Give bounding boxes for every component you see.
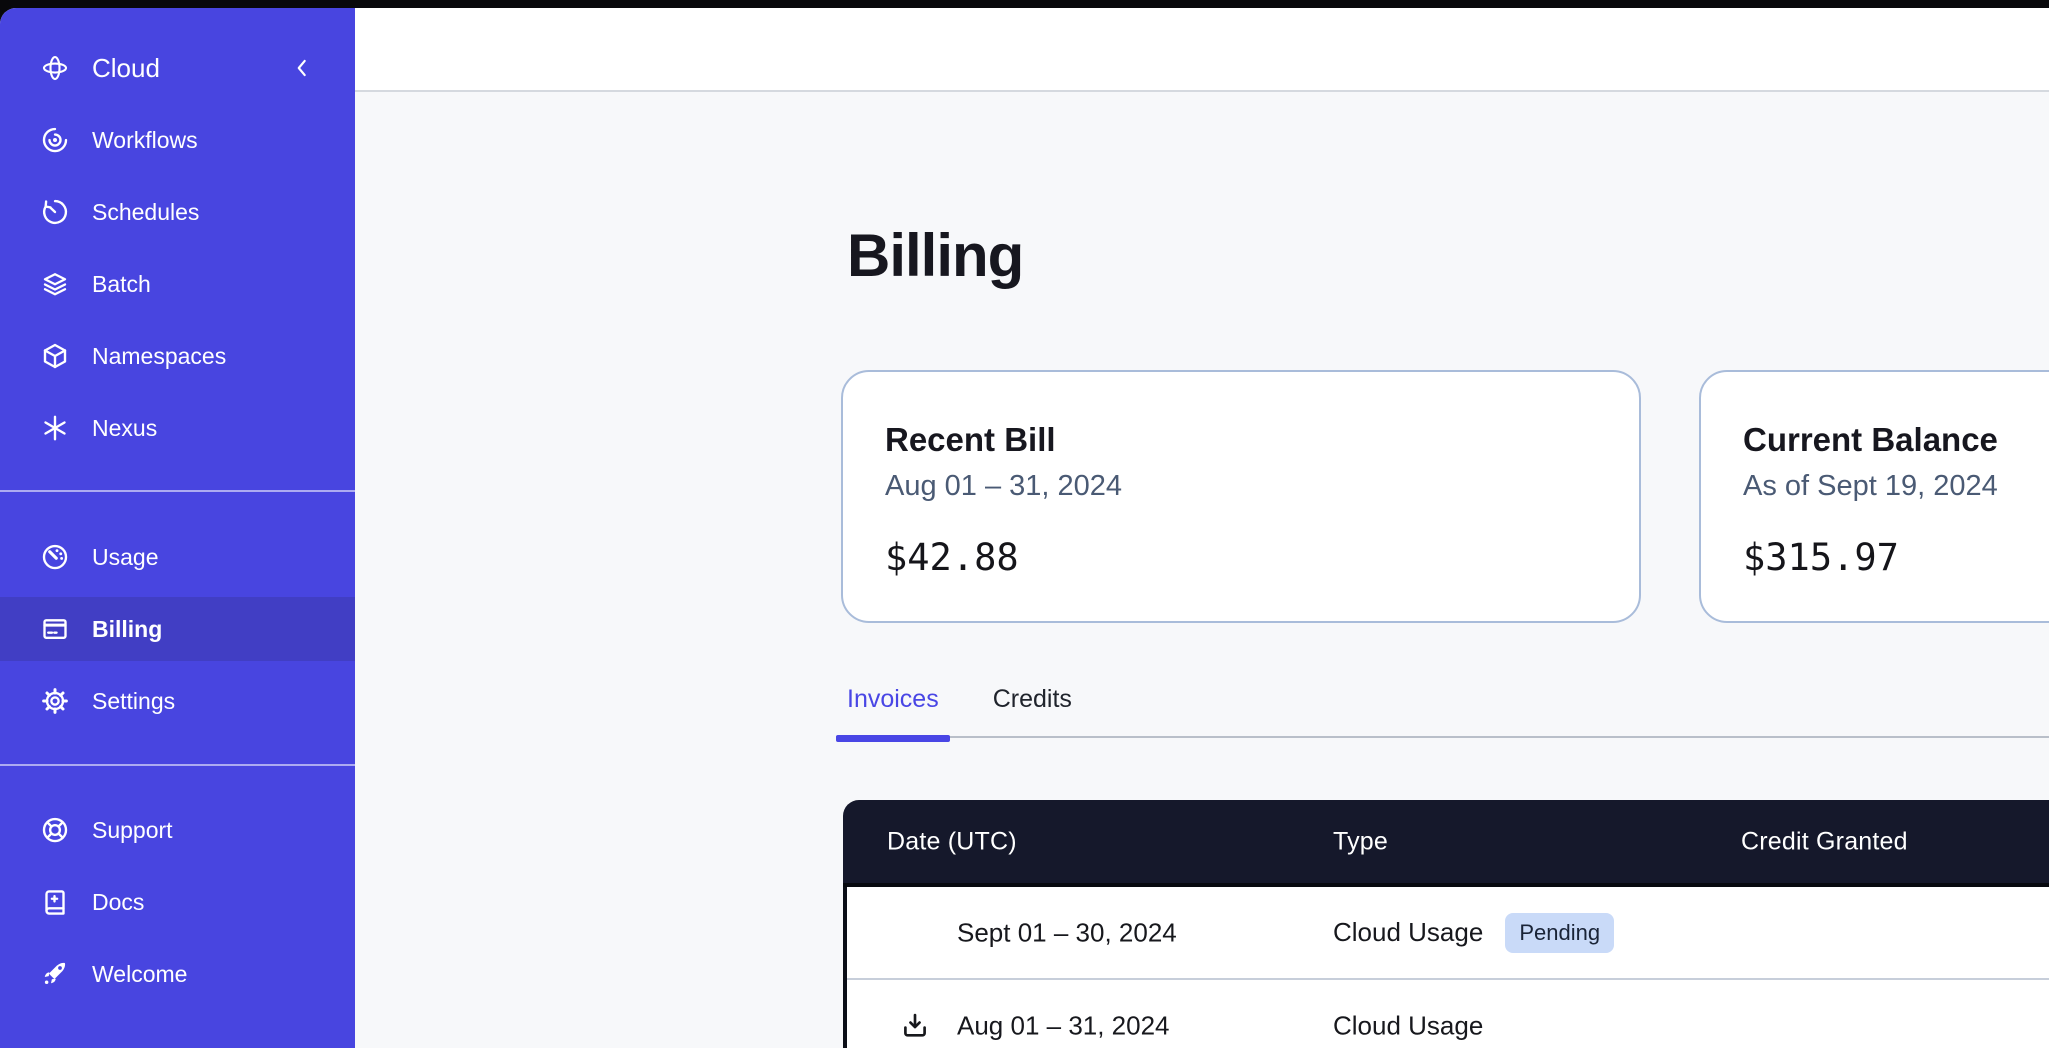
welcome-rocket-icon — [40, 959, 70, 989]
app-window: Cloud Workflows — [0, 8, 2049, 1048]
docs-book-icon — [40, 887, 70, 917]
card-period: Aug 01 – 31, 2024 — [885, 466, 1597, 506]
sidebar-item-label: Workflows — [92, 127, 198, 154]
batch-layers-icon — [40, 269, 70, 299]
table-body: Sept 01 – 30, 2024 Cloud Usage Pending — [843, 887, 2049, 1048]
card-amount: $315.97 — [1743, 532, 2049, 584]
nexus-asterisk-icon — [40, 413, 70, 443]
sidebar-item-label: Settings — [92, 688, 175, 715]
card-period: As of Sept 19, 2024 — [1743, 466, 2049, 506]
namespaces-cube-icon — [40, 341, 70, 371]
settings-gear-icon — [40, 686, 70, 716]
sidebar-item-label: Welcome — [92, 961, 187, 988]
sidebar-brand-cloud[interactable]: Cloud — [0, 32, 355, 104]
sidebar-item-namespaces[interactable]: Namespaces — [0, 320, 355, 392]
page-title: Billing — [847, 220, 1023, 292]
sidebar-item-billing[interactable]: Billing — [0, 593, 355, 665]
chevron-left-icon — [289, 55, 315, 81]
screen: Cloud Workflows — [0, 0, 2049, 1048]
sidebar-item-settings[interactable]: Settings — [0, 665, 355, 737]
sidebar-item-label: Docs — [92, 889, 144, 916]
sidebar-item-usage[interactable]: Usage — [0, 521, 355, 593]
sidebar-item-batch[interactable]: Batch — [0, 248, 355, 320]
sidebar-item-support[interactable]: Support — [0, 794, 355, 866]
table-row[interactable]: Sept 01 – 30, 2024 Cloud Usage Pending — [847, 887, 2049, 980]
schedules-icon — [40, 197, 70, 227]
usage-gauge-icon — [40, 542, 70, 572]
sidebar-item-schedules[interactable]: Schedules — [0, 176, 355, 248]
summary-cards: Recent Bill Aug 01 – 31, 2024 $42.88 Cur… — [841, 370, 2049, 623]
invoices-table: Date (UTC) Type Credit Granted Sept 01 –… — [843, 800, 2049, 1048]
invoice-type: Cloud Usage — [1333, 1010, 1483, 1041]
sidebar-item-label: Schedules — [92, 199, 199, 226]
download-invoice-button[interactable] — [899, 1010, 931, 1042]
sidebar-item-welcome[interactable]: Welcome — [0, 938, 355, 1010]
sidebar-item-label: Nexus — [92, 415, 157, 442]
sidebar-item-workflows[interactable]: Workflows — [0, 104, 355, 176]
column-header-date: Date (UTC) — [887, 827, 1017, 856]
card-title: Current Balance — [1743, 418, 2049, 462]
tab-invoices[interactable]: Invoices — [836, 684, 950, 736]
workflows-icon — [40, 125, 70, 155]
invoice-type: Cloud Usage — [1333, 917, 1483, 948]
sidebar-brand-label: Cloud — [92, 53, 160, 84]
sidebar: Cloud Workflows — [0, 8, 355, 1048]
invoice-type-cell: Cloud Usage — [1333, 1010, 1483, 1041]
status-badge: Pending — [1505, 913, 1614, 953]
sidebar-item-label: Support — [92, 817, 173, 844]
recent-bill-card: Recent Bill Aug 01 – 31, 2024 $42.88 — [841, 370, 1641, 623]
temporal-logo-icon — [40, 53, 70, 83]
card-title: Recent Bill — [885, 418, 1597, 462]
table-header: Date (UTC) Type Credit Granted — [843, 800, 2049, 887]
sidebar-item-docs[interactable]: Docs — [0, 866, 355, 938]
sidebar-item-label: Billing — [92, 616, 162, 643]
main-content: Billing Recent Bill Aug 01 – 31, 2024 $4… — [355, 92, 2049, 1048]
billing-tabs: Invoices Credits — [836, 684, 2049, 738]
sidebar-divider — [0, 490, 355, 492]
current-balance-card: Current Balance As of Sept 19, 2024 $315… — [1699, 370, 2049, 623]
sidebar-item-label: Namespaces — [92, 343, 226, 370]
column-header-type: Type — [1333, 827, 1388, 856]
top-bar — [355, 8, 2049, 92]
sidebar-item-label: Batch — [92, 271, 151, 298]
download-icon — [899, 1010, 931, 1042]
invoice-date: Aug 01 – 31, 2024 — [957, 1010, 1170, 1041]
card-amount: $42.88 — [885, 532, 1597, 584]
support-lifebuoy-icon — [40, 815, 70, 845]
billing-card-icon — [40, 614, 70, 644]
sidebar-divider — [0, 764, 355, 766]
invoice-type-cell: Cloud Usage Pending — [1333, 913, 1614, 953]
sidebar-item-label: Usage — [92, 544, 158, 571]
sidebar-collapse-button[interactable] — [287, 53, 317, 83]
sidebar-item-nexus[interactable]: Nexus — [0, 392, 355, 464]
column-header-credit-granted: Credit Granted — [1741, 827, 1908, 856]
tab-credits[interactable]: Credits — [982, 684, 1083, 736]
invoice-date: Sept 01 – 30, 2024 — [957, 917, 1177, 948]
table-row[interactable]: Aug 01 – 31, 2024 Cloud Usage — [847, 980, 2049, 1048]
